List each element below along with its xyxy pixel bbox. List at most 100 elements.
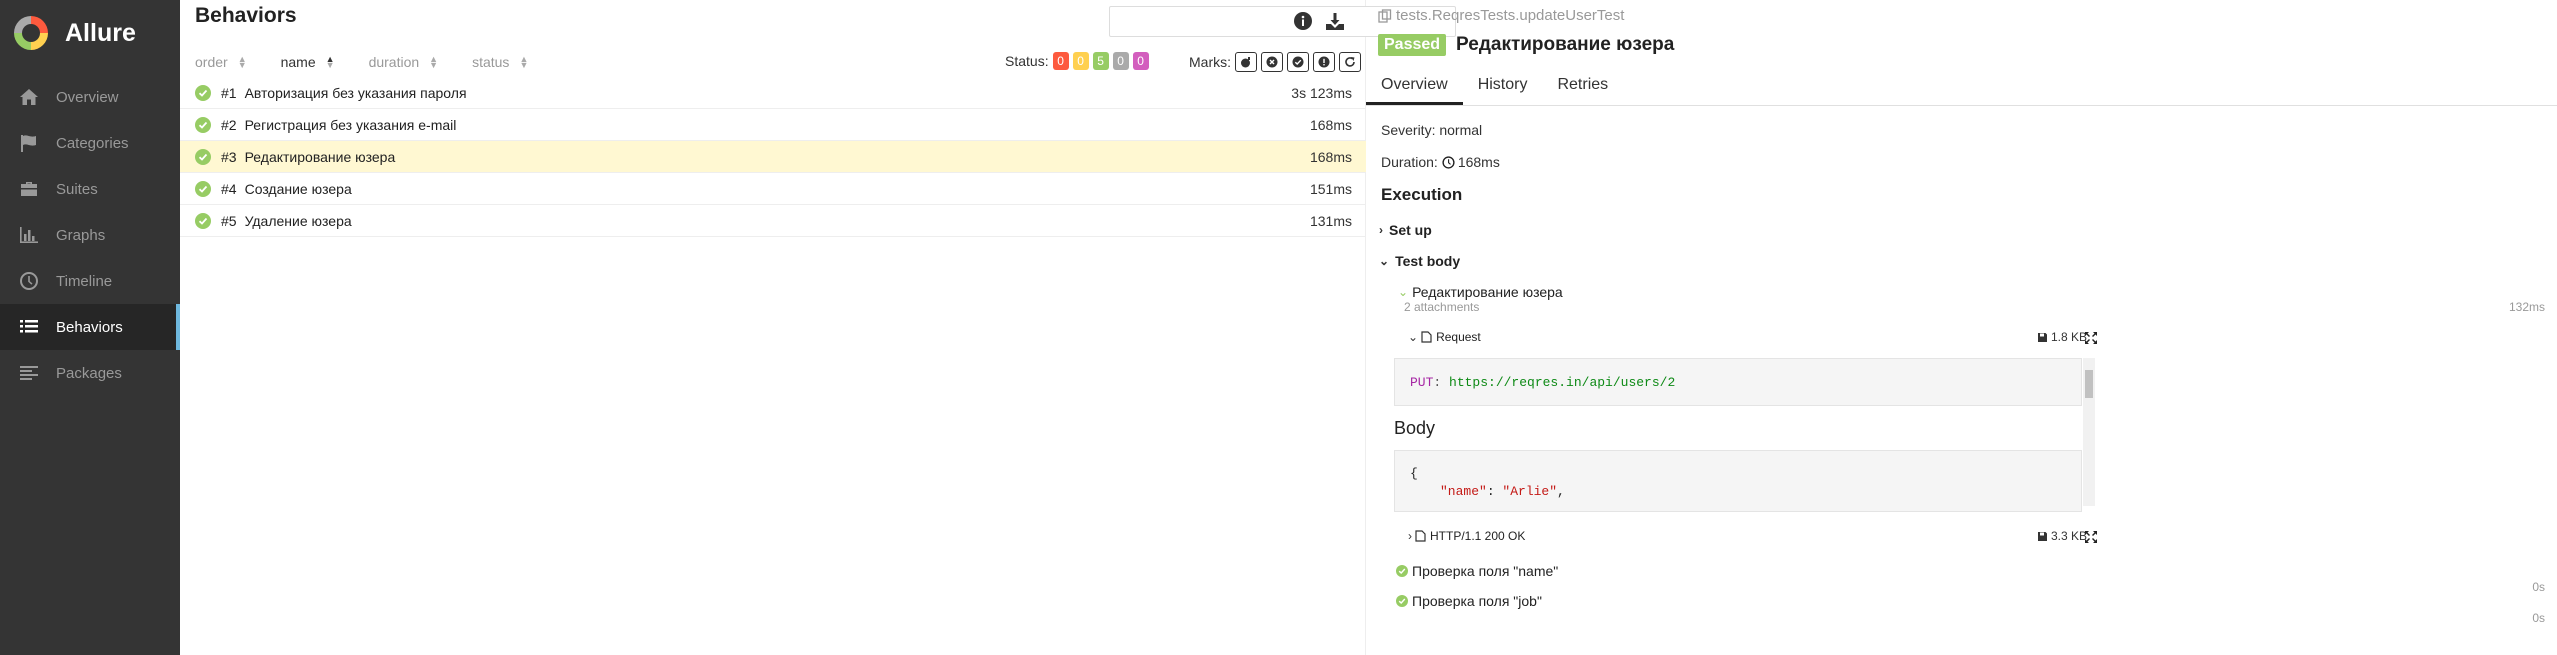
chevron-down-icon: ⌄ <box>1379 254 1390 268</box>
step-item[interactable]: Проверка поля "job" <box>1396 593 1542 609</box>
passed-status-icon <box>1396 595 1408 607</box>
chevron-right-icon: › <box>1379 223 1383 237</box>
times-circle-icon <box>1266 56 1278 68</box>
table-row-selected[interactable]: #3 Редактирование юзера 168ms <box>180 141 1366 173</box>
step-item[interactable]: ⌄ Редактирование юзера <box>1398 284 1563 300</box>
tab-history[interactable]: History <box>1463 68 1543 105</box>
sidebar-item-categories[interactable]: Categories <box>0 120 180 166</box>
clock-icon <box>18 270 40 292</box>
breadcrumb[interactable]: tests.ReqresTests.updateUserTest <box>1378 7 1624 24</box>
sidebar-item-graphs[interactable]: Graphs <box>0 212 180 258</box>
allure-app: Allure Overview Categories Suites Graphs… <box>0 0 2557 655</box>
info-icon[interactable] <box>1292 10 1314 32</box>
sort-by-order[interactable]: order ▲ ▼ <box>195 54 247 70</box>
setup-toggle[interactable]: › Set up <box>1379 222 1432 238</box>
sidebar-item-label: Suites <box>56 180 98 198</box>
save-icon <box>2038 531 2047 541</box>
page-title: Behaviors <box>195 4 297 27</box>
body-brace: { <box>1410 466 1418 481</box>
severity: Severity: normal <box>1381 122 1483 138</box>
passed-status-icon <box>1396 565 1408 577</box>
tree-header: order ▲ ▼ name ▲ ▼ duration ▲ ▼ status ▲ ▼ S… <box>195 52 1365 72</box>
step-duration: 0s <box>2532 580 2545 594</box>
detail-tabs: Overview History Retries <box>1366 68 2557 106</box>
sort-arrows-icon: ▲ ▼ <box>325 54 335 70</box>
sidebar-nav: Overview Categories Suites Graphs Timeli… <box>0 74 180 396</box>
sidebar-item-suites[interactable]: Suites <box>0 166 180 212</box>
sort-by-status[interactable]: status ▲ ▼ <box>472 54 528 70</box>
status-badge-failed[interactable]: 0 <box>1052 52 1069 70</box>
row-name: Удаление юзера <box>244 212 352 229</box>
mark-retries-toggle[interactable] <box>1339 52 1361 72</box>
mark-new-passed-toggle[interactable] <box>1287 52 1309 72</box>
row-name: Создание юзера <box>244 180 352 197</box>
row-duration: 3s 123ms <box>1291 84 1352 101</box>
clock-icon <box>1442 155 1455 169</box>
copy-icon <box>1378 8 1392 23</box>
request-url-block: PUT: https://reqres.in/api/users/2 <box>1394 358 2082 406</box>
file-icon <box>1421 331 1432 343</box>
passed-status-icon <box>195 212 211 229</box>
mark-new-broken-toggle[interactable] <box>1313 52 1335 72</box>
mark-new-failed-toggle[interactable] <box>1261 52 1283 72</box>
expand-icon[interactable] <box>2084 331 2098 345</box>
attachment-response[interactable]: › HTTP/1.1 200 OK <box>1408 529 1525 543</box>
status-badge-unknown[interactable]: 0 <box>1132 52 1149 70</box>
chevron-down-icon: ⌄ <box>1408 330 1419 344</box>
row-duration: 131ms <box>1309 212 1352 229</box>
exclamation-circle-icon <box>1318 56 1330 68</box>
home-icon <box>18 86 40 108</box>
sidebar-item-label: Categories <box>56 134 129 152</box>
status-badge-passed[interactable]: 5 <box>1092 52 1109 70</box>
sidebar-item-label: Graphs <box>56 226 106 244</box>
mark-flaky-toggle[interactable] <box>1235 52 1257 72</box>
tab-overview[interactable]: Overview <box>1366 68 1463 105</box>
status-badge-skipped[interactable]: 0 <box>1112 52 1129 70</box>
sidebar-item-overview[interactable]: Overview <box>0 74 180 120</box>
sidebar-item-label: Timeline <box>56 272 113 290</box>
row-order: #4 <box>221 180 237 197</box>
row-duration: 151ms <box>1309 180 1352 197</box>
sidebar: Allure Overview Categories Suites Graphs… <box>0 0 180 655</box>
sort-arrows-icon: ▲ ▼ <box>237 54 247 70</box>
attachment-scrollbar[interactable] <box>2083 358 2095 506</box>
row-name: Редактирование юзера <box>244 148 396 165</box>
table-row[interactable]: #5 Удаление юзера 131ms <box>180 205 1366 237</box>
table-row[interactable]: #2 Регистрация без указания e-mail 168ms <box>180 109 1366 141</box>
sort-by-duration[interactable]: duration ▲ ▼ <box>369 54 439 70</box>
chevron-right-icon: › <box>1408 529 1412 543</box>
download-icon[interactable] <box>1324 10 1346 32</box>
test-title: Редактирование юзера <box>1456 34 1675 55</box>
table-row[interactable]: #1 Авторизация без указания пароля 3s 12… <box>180 77 1366 109</box>
request-url: https://reqres.in/api/users/2 <box>1449 375 1676 390</box>
row-order: #2 <box>221 116 237 133</box>
briefcase-icon <box>18 178 40 200</box>
row-name: Авторизация без указания пароля <box>244 84 467 101</box>
allure-logo-icon <box>14 16 48 50</box>
scrollbar-thumb[interactable] <box>2085 370 2093 398</box>
bomb-icon <box>1241 57 1250 68</box>
body-line: "name": "Arlie", <box>1440 484 1565 499</box>
table-row[interactable]: #4 Создание юзера 151ms <box>180 173 1366 205</box>
passed-status-icon <box>195 116 211 133</box>
brand[interactable]: Allure <box>0 0 180 66</box>
test-body-toggle[interactable]: ⌄ Test body <box>1379 253 1460 269</box>
sort-arrows-icon: ▲ ▼ <box>519 54 529 70</box>
status-badge: Passed <box>1378 34 1447 56</box>
sort-by-name[interactable]: name ▲ ▼ <box>281 54 335 70</box>
chevron-down-icon: ⌄ <box>1398 285 1409 299</box>
sidebar-item-timeline[interactable]: Timeline <box>0 258 180 304</box>
step-item[interactable]: Проверка поля "name" <box>1396 563 1558 579</box>
status-badge-broken[interactable]: 0 <box>1072 52 1089 70</box>
sidebar-item-behaviors[interactable]: Behaviors <box>0 304 180 350</box>
test-detail-pane: tests.ReqresTests.updateUserTest Passed … <box>1366 0 2557 655</box>
sidebar-item-packages[interactable]: Packages <box>0 350 180 396</box>
expand-icon[interactable] <box>2084 530 2098 544</box>
marks-filter: Marks: <box>1189 52 1361 72</box>
passed-status-icon <box>195 148 211 165</box>
behaviors-tree-pane: Behaviors order ▲ ▼ name ▲ ▼ duration ▲ ▼ s… <box>180 0 1456 655</box>
body-title: Body <box>1394 418 1436 438</box>
tab-retries[interactable]: Retries <box>1542 68 1623 105</box>
attachment-request[interactable]: ⌄ Request <box>1408 330 1481 344</box>
refresh-icon <box>1345 57 1355 67</box>
